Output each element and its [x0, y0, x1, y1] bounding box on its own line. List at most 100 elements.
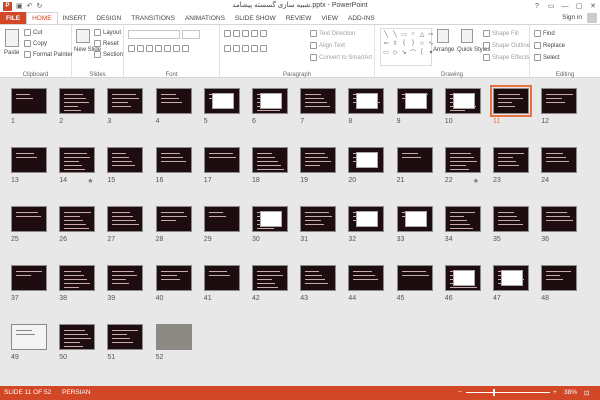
sign-in-link[interactable]: Sign in	[562, 14, 582, 21]
reset-button[interactable]: Reset	[94, 40, 119, 47]
close-button[interactable]: ✕	[586, 0, 600, 12]
slide-thumbnail[interactable]	[155, 324, 192, 350]
slide-thumbnail[interactable]	[396, 88, 433, 114]
slide-thumbnail[interactable]	[252, 147, 288, 173]
slide-thumbnail[interactable]	[493, 206, 529, 232]
maximize-button[interactable]: ▢	[572, 0, 586, 12]
shape-effects-button[interactable]: Shape Effects	[483, 54, 529, 61]
tab-design[interactable]: DESIGN	[91, 12, 126, 24]
numbering-icon[interactable]	[233, 30, 240, 37]
zoom-slider-thumb[interactable]	[492, 389, 495, 396]
slide-thumbnail[interactable]	[493, 265, 529, 291]
italic-icon[interactable]	[137, 45, 144, 52]
slide-thumbnail[interactable]	[490, 85, 532, 117]
tab-insert[interactable]: INSERT	[58, 12, 92, 24]
slide-thumbnail[interactable]	[300, 147, 337, 173]
arrow-shape-icon[interactable]: ⇧	[391, 39, 399, 47]
tab-slide-show[interactable]: SLIDE SHOW	[230, 12, 281, 24]
arrow-shape-icon[interactable]: ↘	[400, 48, 408, 56]
tab-animations[interactable]: ANIMATIONS	[180, 12, 230, 24]
replace-button[interactable]: Replace	[534, 42, 565, 49]
font-name-combobox[interactable]	[128, 30, 180, 39]
oval-shape-icon[interactable]: ○	[409, 30, 417, 38]
slide-thumbnail[interactable]	[541, 147, 578, 173]
increase-indent-icon[interactable]	[251, 30, 258, 37]
slide-thumbnail[interactable]	[107, 206, 144, 232]
minimize-button[interactable]: —	[558, 0, 572, 12]
redo-icon[interactable]: ↻	[37, 2, 43, 10]
slide-thumbnail[interactable]	[300, 265, 337, 291]
slide-thumbnail[interactable]	[444, 88, 481, 114]
slide-thumbnail[interactable]	[107, 88, 144, 114]
slide-thumbnail[interactable]	[11, 206, 47, 232]
tab-home[interactable]: HOME	[26, 12, 58, 24]
slide-thumbnail[interactable]	[59, 147, 96, 173]
arrow-shape-icon[interactable]: ⇨	[427, 30, 435, 38]
slide-thumbnail[interactable]	[107, 324, 144, 350]
line-spacing-icon[interactable]	[260, 30, 267, 37]
arrow-shape-icon[interactable]: ⇦	[382, 39, 390, 47]
align-right-icon[interactable]	[242, 45, 249, 52]
slide-thumbnail[interactable]	[396, 147, 433, 173]
diamond-shape-icon[interactable]: ◇	[391, 48, 399, 56]
zoom-level[interactable]: 38%	[564, 389, 577, 396]
slide-thumbnail[interactable]	[59, 88, 96, 114]
slide-thumbnail[interactable]	[396, 265, 433, 291]
fit-to-window-icon[interactable]: ⊡	[584, 389, 589, 397]
slide-thumbnail[interactable]	[59, 265, 96, 291]
select-button[interactable]: Select	[534, 54, 560, 61]
slide-thumbnail[interactable]	[11, 324, 47, 350]
curve-shape-icon[interactable]: ⌒	[409, 48, 417, 57]
find-button[interactable]: Find	[534, 30, 555, 37]
slide-thumbnail[interactable]	[252, 206, 288, 232]
slide-thumbnail[interactable]	[107, 147, 144, 173]
curve-shape-icon[interactable]: ∿	[427, 39, 435, 47]
slide-thumbnail[interactable]	[444, 265, 481, 291]
line-shape-icon[interactable]: ╲	[391, 30, 399, 38]
copy-button[interactable]: Copy	[24, 40, 47, 47]
slide-thumbnail[interactable]	[203, 265, 240, 291]
format-painter-button[interactable]: Format Painter	[24, 51, 73, 58]
convert-smartart-button[interactable]: Convert to SmartArt	[310, 54, 372, 61]
text-direction-button[interactable]: Text Direction	[310, 30, 355, 37]
slide-thumbnail[interactable]	[541, 206, 578, 232]
justify-icon[interactable]	[251, 45, 258, 52]
slide-thumbnail[interactable]	[11, 147, 47, 173]
zoom-in-button[interactable]: +	[553, 389, 557, 396]
slide-thumbnail[interactable]	[155, 147, 192, 173]
slide-thumbnail[interactable]	[541, 265, 578, 291]
shape-outline-button[interactable]: Shape Outline	[483, 42, 530, 49]
undo-icon[interactable]: ↶	[27, 2, 33, 10]
slide-thumbnail[interactable]	[300, 88, 337, 114]
slide-thumbnail[interactable]	[59, 324, 96, 350]
slide-thumbnail[interactable]	[252, 265, 288, 291]
arrange-icon[interactable]	[437, 29, 449, 43]
section-button[interactable]: Section	[94, 51, 123, 58]
underline-icon[interactable]	[146, 45, 153, 52]
spacing-icon[interactable]	[173, 45, 180, 52]
slide-thumbnail[interactable]	[396, 206, 433, 232]
align-left-icon[interactable]	[224, 45, 231, 52]
slide-thumbnail[interactable]	[203, 88, 240, 114]
slide-thumbnail[interactable]	[155, 206, 192, 232]
shape-fill-button[interactable]: Shape Fill	[483, 30, 519, 37]
shadow-icon[interactable]	[155, 45, 162, 52]
zoom-slider[interactable]	[466, 392, 550, 393]
strikethrough-icon[interactable]	[164, 45, 171, 52]
line-shape-icon[interactable]: ╲	[382, 30, 390, 38]
bold-icon[interactable]	[128, 45, 135, 52]
align-center-icon[interactable]	[233, 45, 240, 52]
slide-thumbnail[interactable]	[444, 147, 481, 173]
transition-star-icon[interactable]: ★	[473, 177, 479, 185]
columns-icon[interactable]	[260, 45, 267, 52]
bracket-shape-icon[interactable]: [	[418, 48, 426, 56]
slide-thumbnail[interactable]	[107, 265, 144, 291]
slide-thumbnail[interactable]	[252, 88, 288, 114]
layout-button[interactable]: Layout	[94, 29, 121, 36]
slide-thumbnail[interactable]	[155, 88, 192, 114]
slide-thumbnail[interactable]	[155, 265, 192, 291]
decrease-indent-icon[interactable]	[242, 30, 249, 37]
ribbon-display-icon[interactable]: ▭	[544, 0, 558, 12]
slide-thumbnail[interactable]	[203, 147, 240, 173]
slide-thumbnail[interactable]	[300, 206, 337, 232]
